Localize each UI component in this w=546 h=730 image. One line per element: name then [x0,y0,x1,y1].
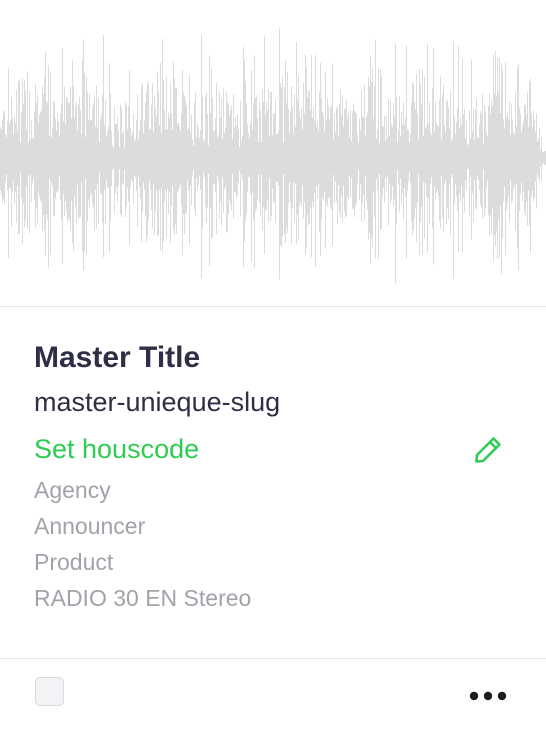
master-title: Master Title [34,341,201,374]
set-housecode-link[interactable]: Set houscode [34,434,199,464]
audio-waveform[interactable] [0,0,546,306]
agency-label: Agency [34,477,111,503]
product-label: Product [34,549,114,575]
announcer-label: Announcer [34,513,146,539]
housecode-row: Set houscode [34,426,514,472]
format-label: RADIO 30 EN Stereo [34,585,252,611]
card-info: Master Title master-unieque-slug Set hou… [34,336,514,616]
waveform-path [0,27,546,284]
pencil-icon [475,437,501,463]
master-slug: master-unieque-slug [34,387,281,417]
select-checkbox[interactable] [35,677,64,706]
divider [0,306,546,307]
waveform-graphic [0,27,546,284]
audio-card: Master Title master-unieque-slug Set hou… [0,0,546,730]
more-horizontal-icon [469,691,507,701]
divider [0,658,546,659]
edit-button[interactable] [472,434,504,466]
more-options-button[interactable] [466,684,510,708]
